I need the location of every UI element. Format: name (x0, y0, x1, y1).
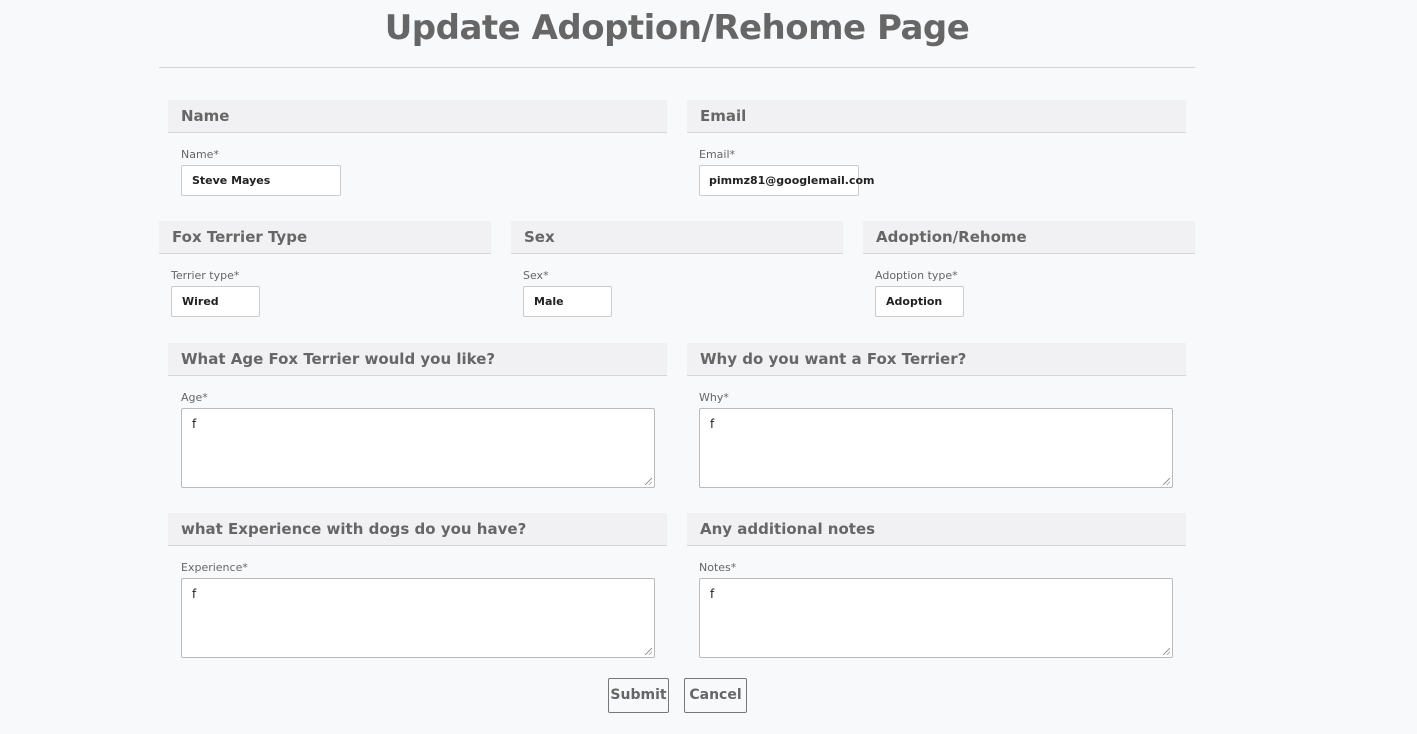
experience-textarea-value: f (192, 587, 197, 601)
age-textarea-value: f (192, 417, 197, 431)
notes-card-header: Any additional notes (687, 513, 1186, 546)
age-card-header: What Age Fox Terrier would you like? (168, 343, 667, 376)
why-textarea[interactable]: f (699, 408, 1173, 488)
email-label: Email* (699, 148, 736, 161)
name-card-header: Name (168, 100, 667, 133)
email-card-header: Email (687, 100, 1186, 133)
resize-grip-icon[interactable] (645, 648, 652, 655)
experience-card-header: what Experience with dogs do you have? (168, 513, 667, 546)
adoption-type-select[interactable]: Adoption (875, 286, 964, 317)
experience-card: what Experience with dogs do you have? E… (168, 513, 667, 663)
age-textarea[interactable]: f (181, 408, 655, 488)
adoption-card-header: Adoption/Rehome (863, 221, 1195, 254)
resize-grip-icon[interactable] (1163, 648, 1170, 655)
age-label: Age* (181, 391, 208, 404)
name-card: Name Name* Steve Mayes (168, 100, 667, 200)
title-divider (159, 67, 1195, 68)
why-textarea-value: f (710, 417, 715, 431)
why-card-header: Why do you want a Fox Terrier? (687, 343, 1186, 376)
terrier-type-card-header: Fox Terrier Type (159, 221, 491, 254)
terrier-type-label: Terrier type* (171, 269, 240, 282)
submit-button[interactable]: Submit (608, 678, 669, 713)
why-label: Why* (699, 391, 729, 404)
email-card: Email Email* pimmz81@googlemail.com (687, 100, 1186, 200)
cancel-button[interactable]: Cancel (684, 678, 747, 713)
resize-grip-icon[interactable] (1163, 478, 1170, 485)
age-card: What Age Fox Terrier would you like? Age… (168, 343, 667, 493)
name-input[interactable]: Steve Mayes (181, 165, 341, 196)
notes-textarea-value: f (710, 587, 715, 601)
terrier-type-card: Fox Terrier Type Terrier type* Wired (159, 221, 491, 321)
notes-card: Any additional notes Notes* f (687, 513, 1186, 663)
sex-card: Sex Sex* Male (511, 221, 843, 321)
why-card: Why do you want a Fox Terrier? Why* f (687, 343, 1186, 493)
adoption-type-label: Adoption type* (875, 269, 958, 282)
page-title: Update Adoption/Rehome Page (384, 8, 970, 48)
resize-grip-icon[interactable] (645, 478, 652, 485)
email-input[interactable]: pimmz81@googlemail.com (699, 165, 875, 196)
page: Update Adoption/Rehome Page Name Name* S… (0, 0, 1417, 734)
adoption-card: Adoption/Rehome Adoption type* Adoption (863, 221, 1195, 321)
experience-label: Experience* (181, 561, 248, 574)
sex-select[interactable]: Male (523, 286, 612, 317)
terrier-type-select[interactable]: Wired (171, 286, 260, 317)
notes-label: Notes* (699, 561, 737, 574)
sex-card-header: Sex (511, 221, 843, 254)
experience-textarea[interactable]: f (181, 578, 655, 658)
sex-label: Sex* (523, 269, 549, 282)
name-label: Name* (181, 148, 219, 161)
notes-textarea[interactable]: f (699, 578, 1173, 658)
